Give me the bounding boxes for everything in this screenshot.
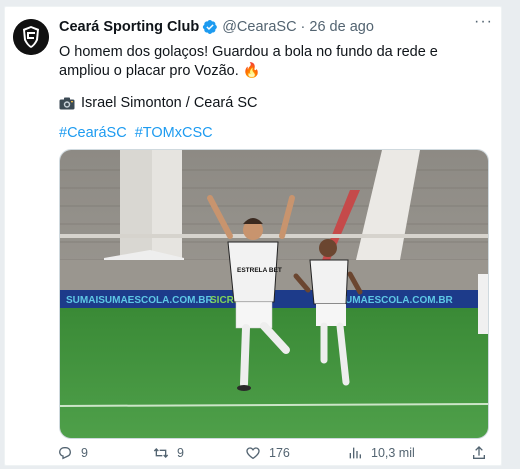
camera-icon xyxy=(59,97,75,109)
reply-icon xyxy=(58,447,72,460)
reply-button[interactable]: 9 xyxy=(57,445,88,461)
like-button[interactable]: 176 xyxy=(245,445,290,461)
retweet-count: 9 xyxy=(177,446,184,460)
display-name[interactable]: Ceará Sporting Club xyxy=(59,19,199,35)
more-options-icon[interactable]: ··· xyxy=(474,13,493,31)
share-button[interactable] xyxy=(471,445,495,461)
separator-dot: · xyxy=(300,19,306,35)
views-count: 10,3 mil xyxy=(371,446,415,460)
hashtag-cearasc[interactable]: #CearáSC xyxy=(59,125,127,141)
views-button[interactable]: 10,3 mil xyxy=(347,445,415,461)
views-chart-icon xyxy=(349,447,361,459)
reply-count: 9 xyxy=(81,446,88,460)
hashtags: #CearáSC #TOMxCSC xyxy=(59,125,217,141)
retweet-icon xyxy=(153,448,169,458)
share-icon xyxy=(473,446,485,459)
tweet-text-content: O homem dos golaços! Guardou a bola no f… xyxy=(59,44,438,79)
hashtag-tomxcsc[interactable]: #TOMxCSC xyxy=(135,125,213,141)
stadium-photo: SUMAISUMAESCOLA.COM.BR SICREDI MAISUMAES… xyxy=(60,150,488,438)
jersey-sponsor: ESTRELA BET xyxy=(237,267,282,274)
ad-board-left: SUMAISUMAESCOLA.COM.BR xyxy=(66,295,213,306)
heart-icon xyxy=(246,447,260,460)
avatar[interactable] xyxy=(13,19,49,55)
verified-badge-icon xyxy=(203,20,218,34)
tweet-text: O homem dos golaços! Guardou a bola no f… xyxy=(59,43,489,81)
tweet-media-photo[interactable]: SUMAISUMAESCOLA.COM.BR SICREDI MAISUMAES… xyxy=(59,149,489,439)
photo-credit-text: Israel Simonton / Ceará SC xyxy=(81,95,258,111)
tweet-header: Ceará Sporting Club @CearaSC · 26 de ago xyxy=(59,19,374,35)
tweet-card[interactable]: Ceará Sporting Club @CearaSC · 26 de ago… xyxy=(4,6,502,466)
tweet-actions: 9 9 176 10,3 mil xyxy=(57,445,493,463)
account-handle[interactable]: @CearaSC xyxy=(222,19,296,35)
retweet-button[interactable]: 9 xyxy=(153,445,184,461)
tweet-date[interactable]: 26 de ago xyxy=(309,19,374,35)
photo-credit: Israel Simonton / Ceará SC xyxy=(59,95,258,111)
like-count: 176 xyxy=(269,446,290,460)
